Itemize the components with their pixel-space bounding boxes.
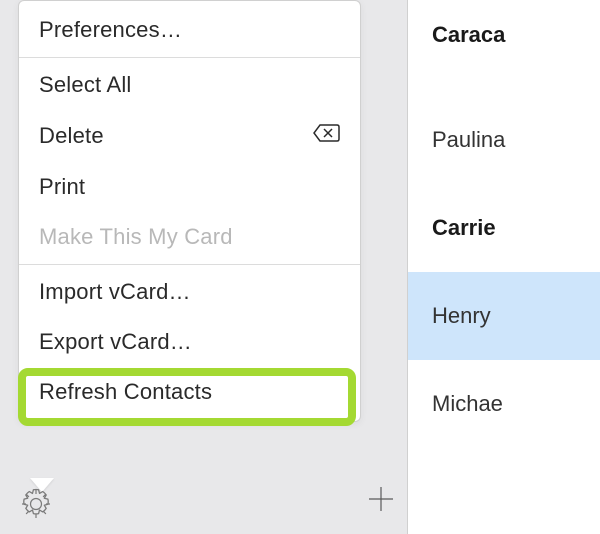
menu-divider — [19, 264, 360, 265]
contact-row[interactable]: Carrie — [408, 184, 600, 272]
gear-icon[interactable] — [18, 486, 54, 522]
menu-item-delete[interactable]: Delete — [19, 110, 360, 162]
plus-icon — [366, 484, 396, 514]
settings-context-menu: Preferences… Select All Delete Print Mak… — [18, 0, 361, 422]
menu-item-refresh-contacts[interactable]: Refresh Contacts — [19, 367, 360, 417]
menu-label: Export vCard… — [39, 329, 192, 355]
contact-name: Caraca — [432, 22, 505, 48]
menu-label: Refresh Contacts — [39, 379, 212, 405]
menu-label: Preferences… — [39, 17, 182, 43]
contact-name: Carrie — [432, 215, 496, 241]
backspace-delete-icon — [312, 122, 340, 150]
contact-name: Henry — [432, 303, 491, 329]
sidebar-pane: Preferences… Select All Delete Print Mak… — [0, 0, 407, 534]
menu-divider — [19, 57, 360, 58]
menu-label: Print — [39, 174, 85, 200]
menu-label: Import vCard… — [39, 279, 191, 305]
menu-item-import-vcard[interactable]: Import vCard… — [19, 267, 360, 317]
contact-row[interactable]: Paulina — [408, 96, 600, 184]
menu-label: Select All — [39, 72, 132, 98]
contacts-list-pane: Caraca Paulina Carrie Henry Michae — [407, 0, 600, 534]
contact-name: Paulina — [432, 127, 505, 153]
contact-row[interactable]: Michae — [408, 360, 600, 448]
menu-item-preferences[interactable]: Preferences… — [19, 5, 360, 55]
contact-name: Michae — [432, 391, 503, 417]
contact-row[interactable]: Caraca — [408, 0, 600, 96]
menu-label: Make This My Card — [39, 224, 233, 250]
menu-item-print[interactable]: Print — [19, 162, 360, 212]
menu-item-export-vcard[interactable]: Export vCard… — [19, 317, 360, 367]
menu-label: Delete — [39, 123, 104, 149]
menu-item-make-my-card: Make This My Card — [19, 212, 360, 262]
contact-row[interactable]: Henry — [408, 272, 600, 360]
add-contact-button[interactable] — [364, 482, 398, 516]
menu-item-select-all[interactable]: Select All — [19, 60, 360, 110]
